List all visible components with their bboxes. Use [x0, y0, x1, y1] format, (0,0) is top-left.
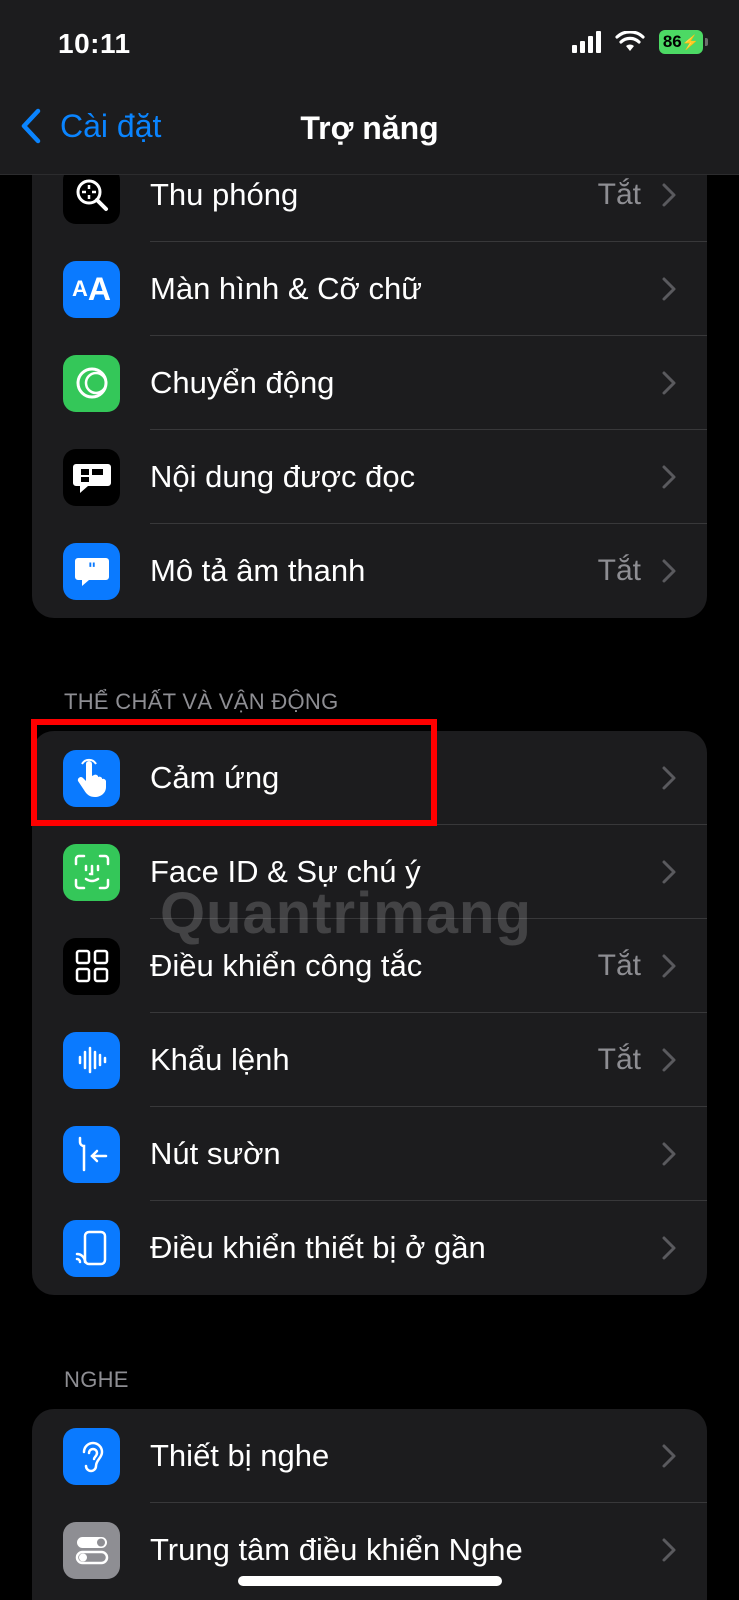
vision-group: Thu phóng Tắt AA Màn hình & Cỡ chữ Chuyể…	[32, 148, 707, 618]
chevron-right-icon	[662, 1048, 676, 1072]
row-label: Khẩu lệnh	[150, 1042, 290, 1077]
row-value: Tắt	[597, 949, 641, 982]
row-side-button[interactable]: Nút sườn	[32, 1107, 707, 1201]
chevron-right-icon	[662, 371, 676, 395]
row-label: Điều khiển công tắc	[150, 948, 423, 983]
cellular-signal-icon	[572, 31, 601, 53]
page-title: Trợ năng	[300, 110, 439, 146]
chevron-right-icon	[662, 183, 676, 207]
chevron-right-icon	[662, 559, 676, 583]
navigation-bar: 10:11 86 ⚡ Cài đặt Trợ năng	[0, 0, 739, 175]
section-header-physical: THỂ CHẤT VÀ VẬN ĐỘNG	[64, 689, 339, 714]
status-time: 10:11	[58, 28, 131, 59]
home-indicator[interactable]	[238, 1576, 502, 1586]
ear-icon	[63, 1427, 120, 1485]
row-label: Thiết bị nghe	[150, 1438, 330, 1473]
row-label: Thu phóng	[150, 177, 299, 212]
zoom-icon	[63, 166, 120, 224]
side-button-icon	[63, 1125, 120, 1183]
hearing-group: Thiết bị nghe Trung tâm điều khiển Nghe	[32, 1409, 707, 1600]
chevron-right-icon	[662, 1236, 676, 1260]
spoken-content-icon	[63, 448, 120, 506]
voice-control-icon	[63, 1031, 120, 1089]
chevron-right-icon	[662, 1142, 676, 1166]
chevron-right-icon	[662, 277, 676, 301]
nearby-devices-icon	[63, 1219, 120, 1277]
chevron-right-icon	[662, 860, 676, 884]
watermark-logo: Quantrimang	[160, 881, 532, 946]
row-label: Điều khiển thiết bị ở gần	[150, 1230, 486, 1265]
row-label: Trung tâm điều khiển Nghe	[150, 1532, 523, 1567]
charging-bolt-icon: ⚡	[681, 33, 700, 50]
row-label: Nút sườn	[150, 1136, 281, 1171]
row-label: Nội dung được đọc	[150, 459, 416, 494]
face-id-icon	[63, 843, 120, 901]
screen: Thu phóng Tắt AA Màn hình & Cỡ chữ Chuyể…	[0, 0, 739, 1600]
toggles-icon	[63, 1521, 120, 1579]
row-nearby-devices[interactable]: Điều khiển thiết bị ở gần	[32, 1201, 707, 1295]
chevron-right-icon	[662, 766, 676, 790]
row-motion[interactable]: Chuyển động	[32, 336, 707, 430]
row-voice-control[interactable]: Khẩu lệnh Tắt	[32, 1013, 707, 1107]
chevron-right-icon	[662, 465, 676, 489]
audio-description-icon: "	[63, 542, 120, 600]
row-label: Màn hình & Cỡ chữ	[150, 271, 422, 306]
status-icons: 86 ⚡	[572, 30, 708, 54]
switch-control-icon	[63, 937, 120, 995]
row-value: Tắt	[597, 178, 641, 211]
row-audio-description[interactable]: " Mô tả âm thanh Tắt	[32, 524, 707, 618]
row-label: Chuyển động	[150, 365, 335, 400]
motion-icon	[63, 354, 120, 412]
svg-text:": "	[87, 559, 95, 578]
row-hearing-devices[interactable]: Thiết bị nghe	[32, 1409, 707, 1503]
chevron-right-icon	[662, 954, 676, 978]
highlight-box	[31, 719, 437, 826]
row-value: Tắt	[597, 1043, 641, 1076]
battery-icon: 86 ⚡	[659, 30, 708, 54]
text-size-icon: AA	[63, 260, 120, 318]
section-header-hearing: NGHE	[64, 1367, 129, 1392]
battery-level: 86	[662, 32, 682, 51]
row-spoken-content[interactable]: Nội dung được đọc	[32, 430, 707, 524]
row-display-text-size[interactable]: AA Màn hình & Cỡ chữ	[32, 242, 707, 336]
row-value: Tắt	[597, 554, 641, 587]
row-label: Mô tả âm thanh	[150, 553, 366, 588]
chevron-right-icon	[662, 1538, 676, 1562]
chevron-right-icon	[662, 1444, 676, 1468]
wifi-icon	[615, 31, 645, 51]
